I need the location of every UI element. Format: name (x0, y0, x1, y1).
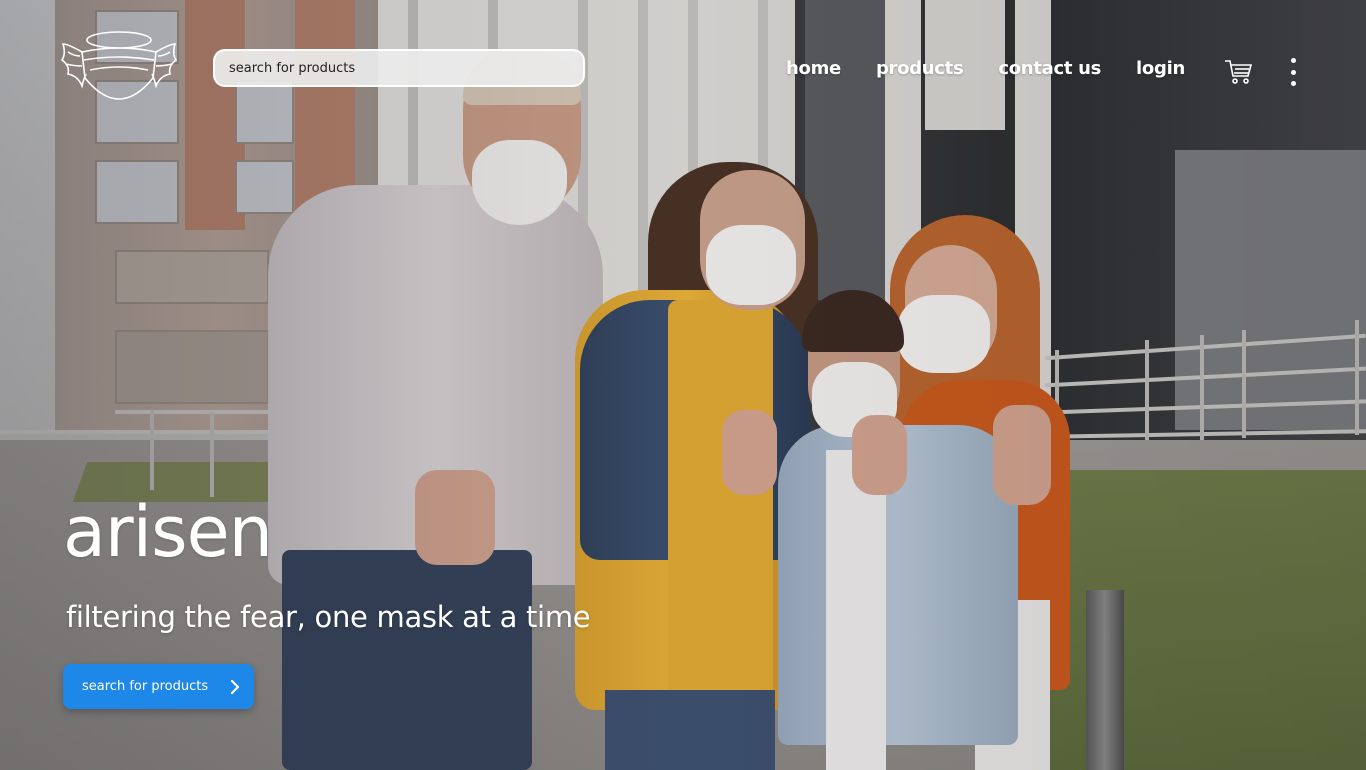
hero-brand-title: arisen (63, 491, 273, 573)
shopping-cart-icon (1225, 60, 1253, 84)
more-menu-button[interactable] (1283, 58, 1303, 86)
search-products-button-label: search for products (82, 679, 209, 694)
vertical-ellipsis-icon (1290, 58, 1296, 63)
nav-link-contact-us[interactable]: contact us (998, 58, 1101, 79)
hero-background-photo (0, 0, 1366, 770)
search-bar[interactable] (213, 49, 585, 87)
arisen-logo[interactable] (60, 30, 178, 110)
winged-mask-icon (60, 31, 178, 100)
nav-link-home[interactable]: home (786, 58, 841, 79)
nav-link-products[interactable]: products (876, 58, 964, 79)
chevron-right-icon (230, 679, 240, 694)
nav-link-login[interactable]: login (1136, 58, 1185, 79)
main-nav: home products contact us login (786, 58, 1220, 79)
search-input[interactable] (215, 51, 583, 85)
hero-tagline: filtering the fear, one mask at a time (66, 600, 591, 634)
cart-button[interactable] (1223, 57, 1253, 87)
search-products-button[interactable]: search for products (63, 664, 254, 709)
